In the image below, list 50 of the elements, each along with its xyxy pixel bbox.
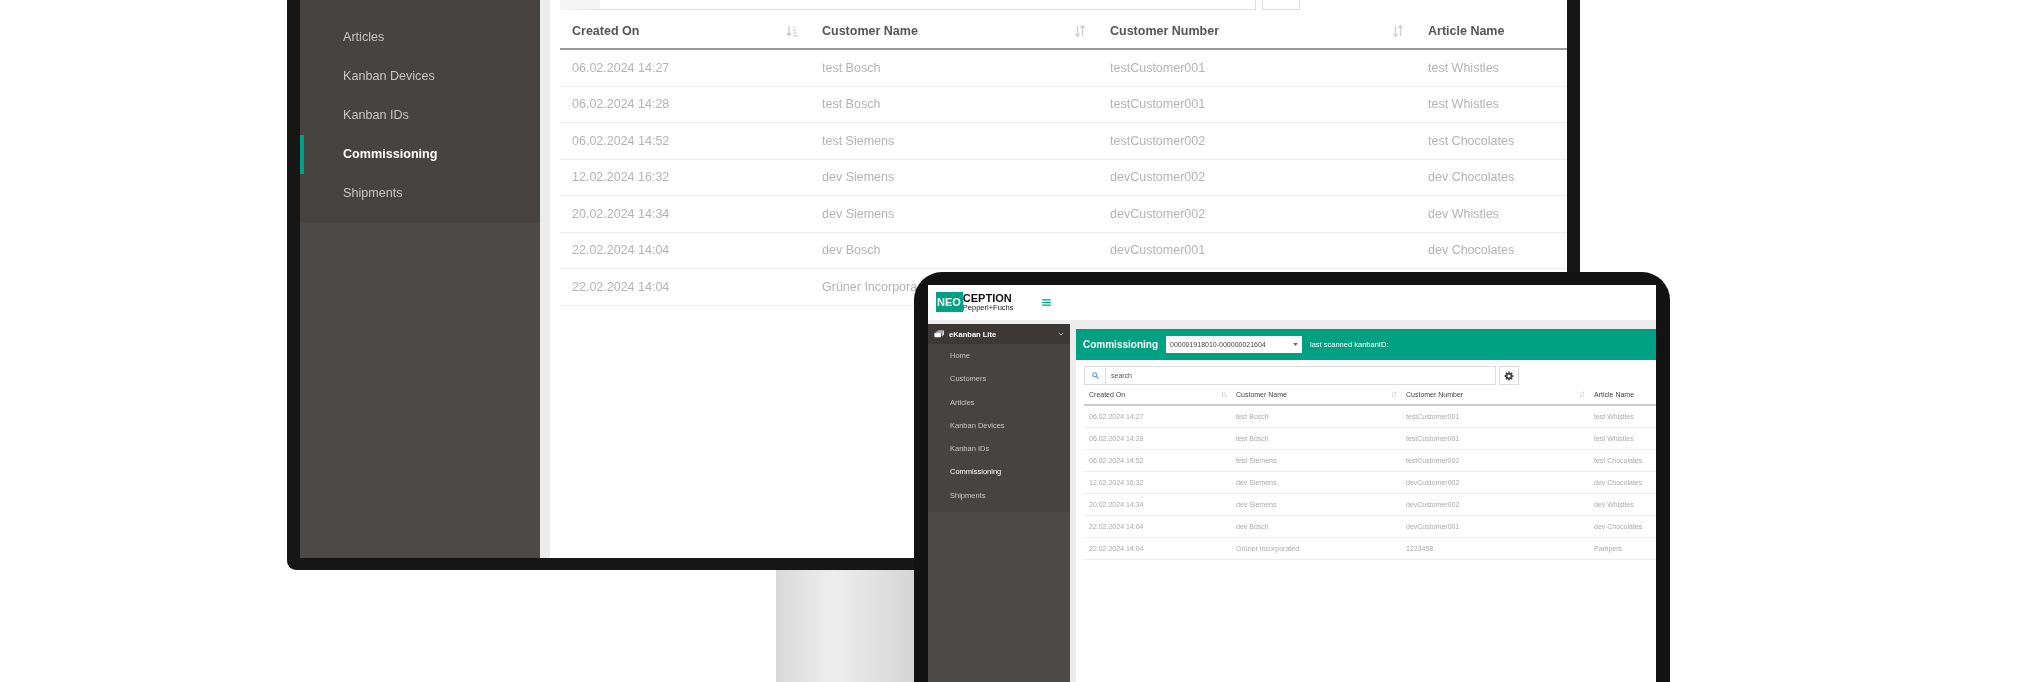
column-header[interactable]: Created On xyxy=(572,23,640,38)
table-cell: dev Chocolates xyxy=(1428,170,1515,185)
sort-icon[interactable] xyxy=(1074,23,1086,38)
column-header[interactable]: Article Name xyxy=(1428,23,1505,38)
table-cell: 06.02.2024 14:27 xyxy=(572,60,670,75)
sidebar-item[interactable]: Kanban IDs xyxy=(300,96,540,135)
sidebar-item[interactable]: Kanban Devices xyxy=(300,57,540,96)
chevron-icon xyxy=(1058,332,1064,336)
page-title: Commissioning xyxy=(1083,339,1158,350)
sort-icon[interactable] xyxy=(1392,23,1404,38)
table-cell: testCustomer001 xyxy=(1110,60,1206,75)
menu-icon[interactable] xyxy=(1041,299,1051,306)
table-cell: devCustomer001 xyxy=(1110,243,1206,258)
table-cell: 06.02.2024 14:28 xyxy=(572,97,670,112)
logo-mark: NEO xyxy=(936,292,963,312)
table-cell: 20.02.2024 14:34 xyxy=(572,206,670,221)
table-cell: testCustomer002 xyxy=(1110,133,1206,148)
settings-icon xyxy=(1504,370,1514,381)
table-cell: test Whistles xyxy=(1428,97,1499,112)
table-cell: 22.02.2024 14:04 xyxy=(572,243,670,258)
sort-icon[interactable] xyxy=(1579,391,1585,398)
sidebar-item[interactable]: Shipments xyxy=(300,174,540,213)
logo-wordmark: CEPTION xyxy=(962,292,1013,305)
table-cell: dev Siemens xyxy=(822,170,895,185)
table-cell: test Bosch xyxy=(822,60,881,75)
table-cell: dev Whistles xyxy=(1428,206,1499,221)
sidebar-item[interactable]: Articles xyxy=(300,18,540,57)
search-icon xyxy=(1091,372,1099,379)
table-cell: test Chocolates xyxy=(1428,133,1515,148)
table-cell: 22.02.2024 14:04 xyxy=(572,279,670,294)
column-header[interactable]: Customer Number xyxy=(1110,23,1220,38)
table-cell: devCustomer002 xyxy=(1110,170,1206,185)
sidebar-item[interactable]: Commissioning xyxy=(300,135,540,174)
table-cell: Grüner Incorpora xyxy=(822,279,918,294)
table-cell: test Whistles xyxy=(1428,60,1499,75)
table-cell: 12.02.2024 16:32 xyxy=(572,170,670,185)
table-cell: testCustomer001 xyxy=(1110,97,1206,112)
table-cell: dev Siemens xyxy=(822,206,895,221)
table-cell: test Siemens xyxy=(822,133,895,148)
table-cell: dev Bosch xyxy=(822,243,881,258)
table-cell: test Bosch xyxy=(822,97,881,112)
table-cell: 06.02.2024 14:52 xyxy=(572,133,670,148)
sort-descending-icon[interactable] xyxy=(1221,391,1227,398)
column-header[interactable]: Customer Name xyxy=(822,23,918,38)
table-cell: dev Chocolates xyxy=(1428,243,1515,258)
caret-icon xyxy=(1293,343,1298,346)
sort-icon[interactable] xyxy=(1391,391,1397,398)
cards-icon xyxy=(934,330,944,338)
table-cell: devCustomer002 xyxy=(1110,206,1206,221)
sort-descending-icon[interactable] xyxy=(786,23,798,38)
